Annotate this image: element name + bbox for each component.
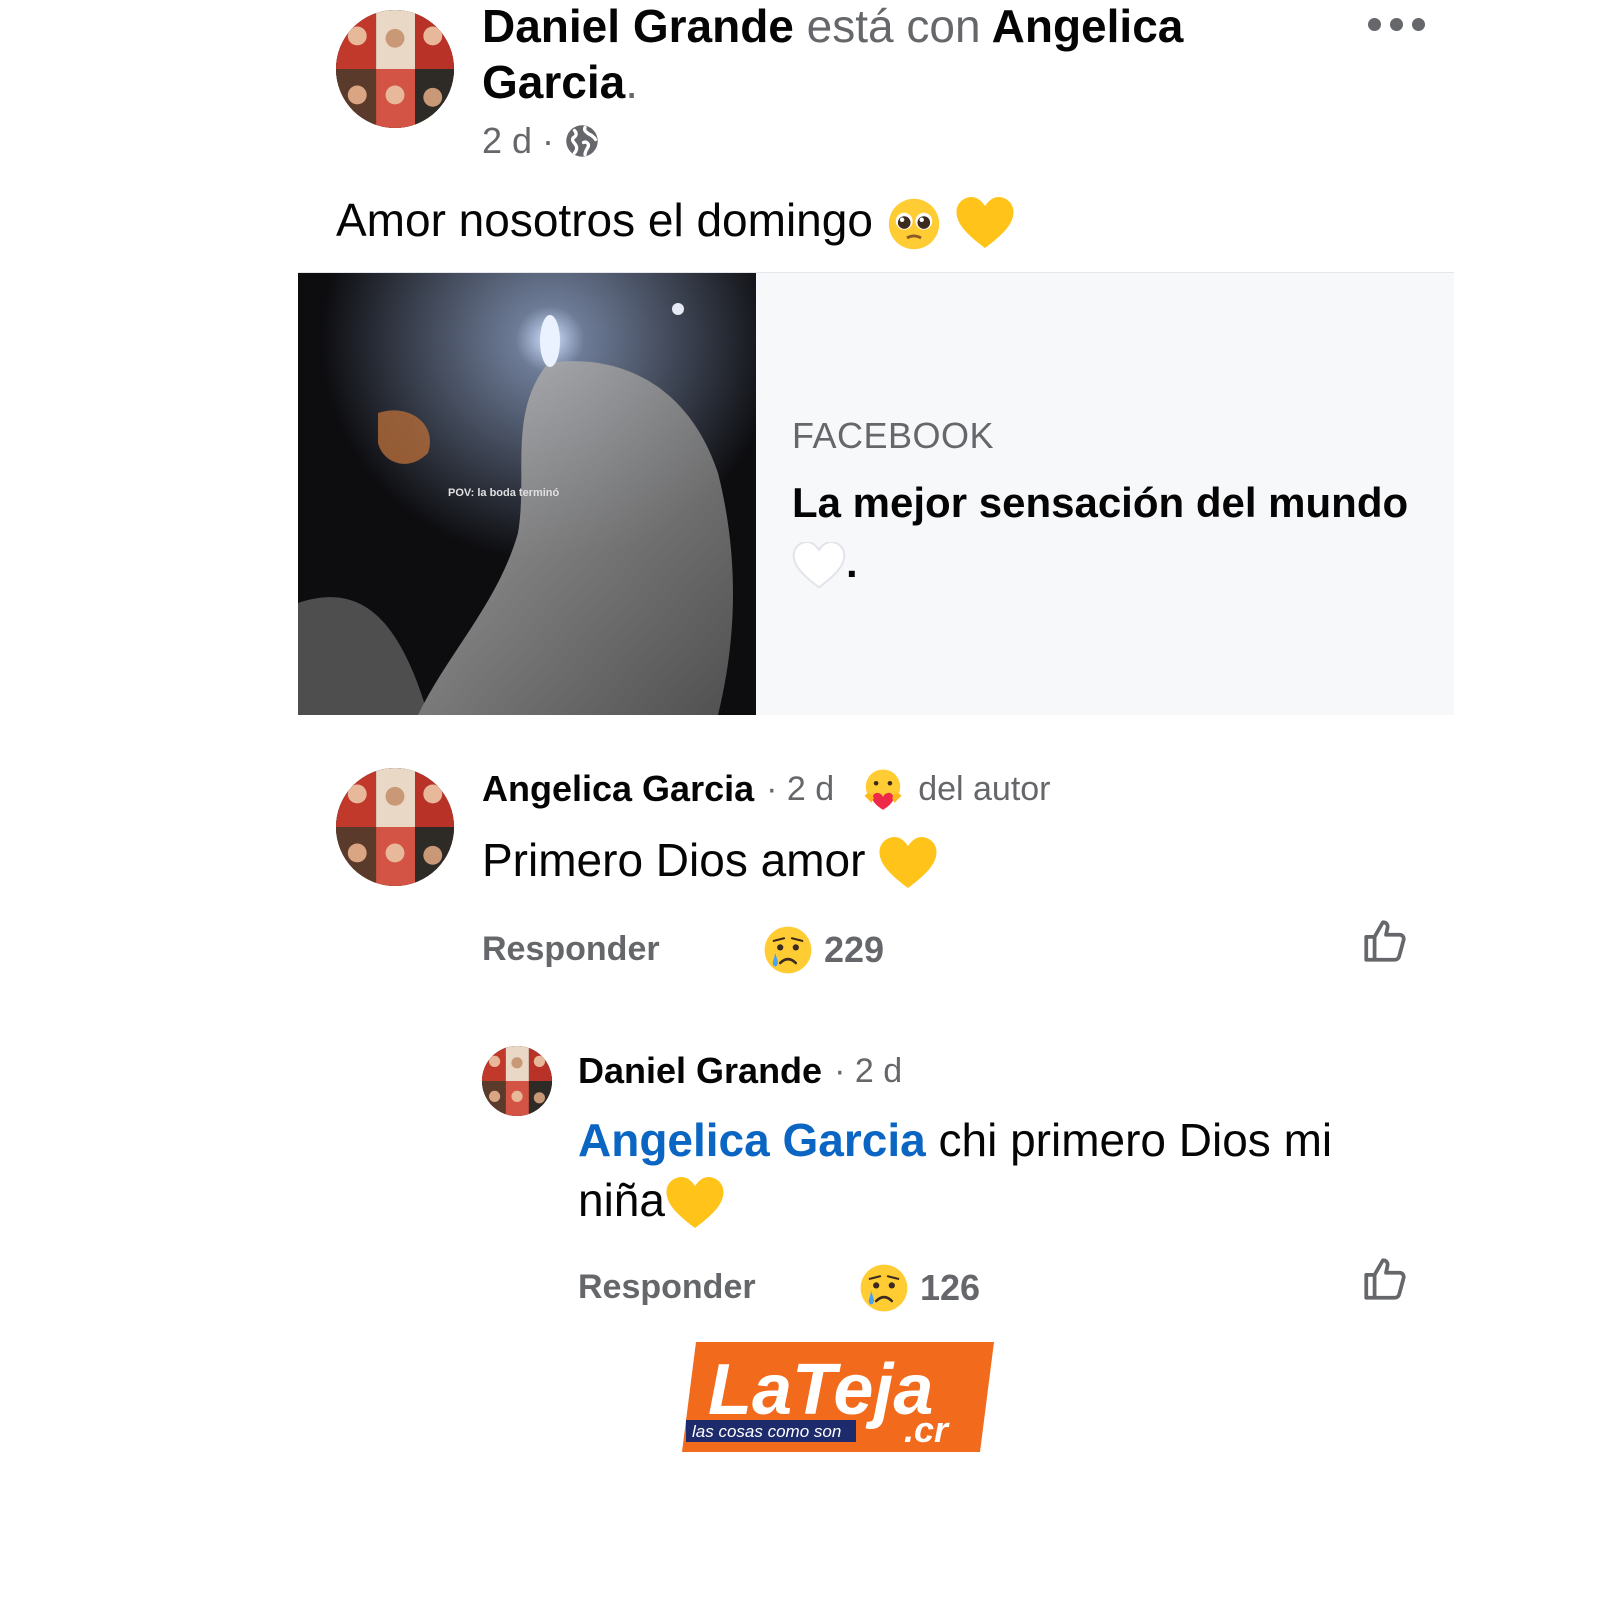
thumbnail-caption: POV: la boda terminó [448,487,560,499]
comment-text-body: Primero Dios amor [482,834,866,886]
logo-tld: .cr [904,1409,950,1450]
post-with-text: está con [806,0,981,52]
yellow-heart-emoji [879,836,937,888]
yellow-heart-emoji [956,196,1013,248]
link-title-text: La mejor sensación del mundo [792,479,1409,526]
reply-text-line2: niña [578,1174,665,1226]
comment-author-avatar[interactable] [336,768,454,886]
tagged-second: Garcia [482,56,626,108]
tagged-first: Angelica [991,0,1184,52]
comment-text: Primero Dios amor [482,830,938,892]
reaction-count: 229 [824,929,885,970]
reply-mention[interactable]: Angelica Garcia [578,1114,926,1166]
reply-author-avatar[interactable] [482,1046,552,1116]
post-text: Amor nosotros el domingo [336,190,1015,252]
comment-reactions[interactable]: 229 [762,924,884,976]
post-author-avatar[interactable] [336,10,454,128]
author-badge: del autor [918,769,1051,808]
shared-link-card[interactable]: POV: la boda terminó FACEBOOK La mejor s… [298,272,1454,715]
comment-header: Angelica Garcia · 2 d del autor [482,766,1051,812]
more-options-icon[interactable] [1368,18,1425,31]
sad-reaction-icon [860,1264,908,1312]
like-icon[interactable] [1360,916,1410,966]
reply-text: Angelica Garcia chi primero Dios mi niña [578,1110,1358,1232]
care-reaction-icon [864,769,902,810]
meta-separator: · [542,120,555,161]
white-heart-emoji [792,541,846,589]
like-icon[interactable] [1360,1254,1410,1304]
sad-reaction-icon [764,926,812,974]
yellow-heart-emoji [666,1176,724,1228]
link-thumbnail[interactable]: POV: la boda terminó [298,273,756,715]
lateja-logo: LaTeja las cosas como son .cr [682,1342,994,1452]
lateja-logo-graphic: LaTeja las cosas como son .cr [682,1342,994,1452]
reply-header: Daniel Grande · 2 d [578,1050,902,1092]
link-source: FACEBOOK [792,415,995,456]
pleading-face-emoji [888,198,939,250]
comment-author-name[interactable]: Angelica Garcia [482,768,754,810]
logo-tagline: las cosas como son [692,1422,841,1441]
globe-icon [566,125,598,157]
post-text-body: Amor nosotros el domingo [336,194,873,246]
reaction-count: 126 [920,1267,981,1308]
reply-reactions[interactable]: 126 [858,1262,980,1314]
reply-author-name[interactable]: Daniel Grande [578,1050,822,1092]
link-title[interactable]: La mejor sensación del mundo . [792,473,1432,593]
reply-reply-button[interactable]: Responder [578,1268,756,1307]
post-header-period: . [625,56,638,108]
logo-wordmark: LaTeja [708,1350,933,1430]
comment-reply-button[interactable]: Responder [482,930,660,969]
avatar-photo-collage [482,1046,552,1116]
avatar-photo-collage [336,768,454,886]
reply-time[interactable]: · 2 d [834,1052,902,1091]
post-header-title: Daniel Grande está con Angelica Garcia. [482,0,1242,110]
avatar-photo-collage [336,10,454,128]
link-title-end: . [846,539,858,586]
post-time[interactable]: 2 d [482,120,532,162]
post-author-name[interactable]: Daniel Grande [482,0,794,52]
post-meta: 2 d · [482,120,600,162]
reply-text-line1: chi primero Dios mi [938,1114,1333,1166]
comment-time[interactable]: · 2 d [766,770,834,809]
